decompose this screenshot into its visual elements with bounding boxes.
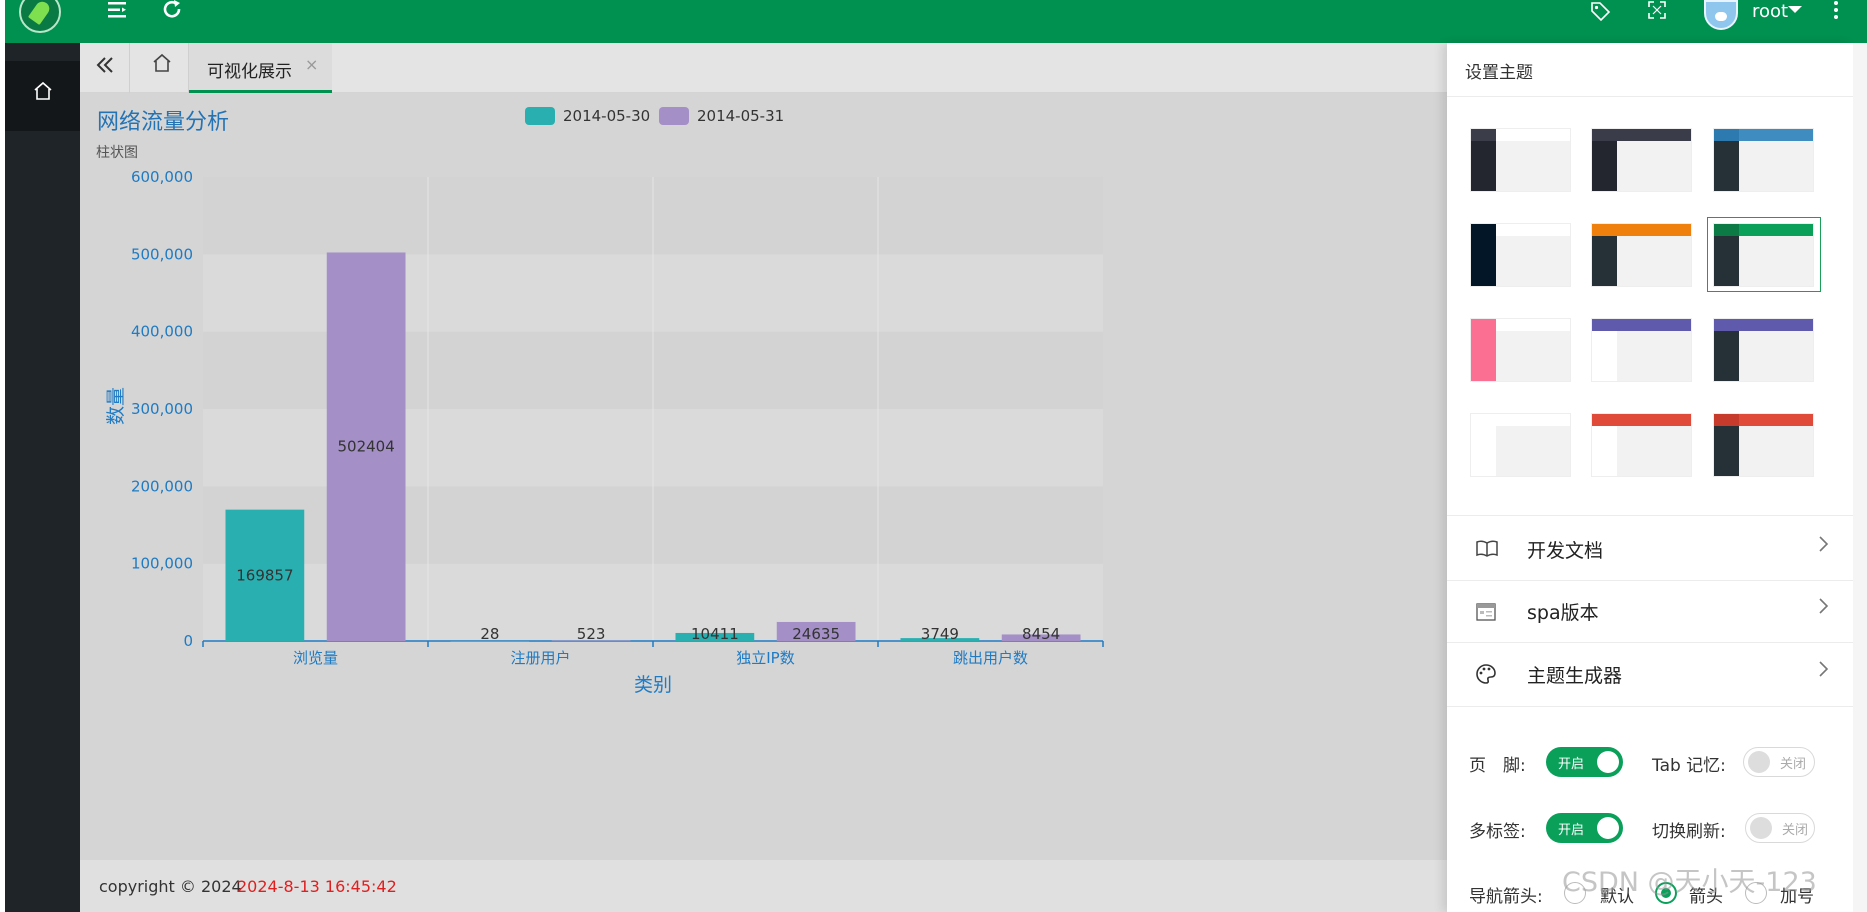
theme-option[interactable] <box>1470 318 1571 382</box>
toggle-knob <box>1750 817 1772 839</box>
more-icon[interactable] <box>1828 0 1844 22</box>
theme-logo-preview <box>1471 224 1496 236</box>
palette-icon <box>1475 663 1497 690</box>
theme-logo-preview <box>1714 414 1739 426</box>
theme-option[interactable] <box>1591 318 1692 382</box>
bar-value-label: 3749 <box>921 625 959 643</box>
bar-chart: 0 100,000 200,000 300,000 400,000 500,000 600,… <box>105 168 1104 696</box>
toggle-knob <box>1597 817 1619 839</box>
book-icon <box>1475 538 1499 563</box>
theme-option[interactable] <box>1713 318 1814 382</box>
panel-title: 设置主题 <box>1465 63 1533 83</box>
bar-value-label: 169857 <box>236 566 293 584</box>
tab-memory-label: Tab 记忆: <box>1652 756 1726 776</box>
tab-memory-toggle[interactable]: 关闭 <box>1743 747 1815 777</box>
theme-option[interactable] <box>1470 128 1571 192</box>
bar-value-label: 28 <box>480 625 499 643</box>
app-root: root 可视化展示 × 网络流量分析 柱状图 2014-05-30 2014-… <box>0 0 1867 912</box>
chevron-right-icon <box>1817 659 1829 685</box>
multi-tab-toggle[interactable]: 开启 <box>1546 813 1623 843</box>
menu-label: spa版本 <box>1527 602 1599 624</box>
y-tick-label: 0 <box>183 632 193 650</box>
divider <box>1447 706 1853 707</box>
y-tick-label: 500,000 <box>131 245 193 263</box>
theme-logo-preview <box>1471 319 1496 331</box>
toggle-knob <box>1597 751 1619 773</box>
theme-logo-preview <box>1714 129 1739 141</box>
theme-option[interactable] <box>1591 413 1692 477</box>
panel-scrollbar[interactable] <box>1853 43 1867 912</box>
footer-datetime: 2024-8-13 16:45:42 <box>237 877 397 896</box>
x-tick-label: 浏览量 <box>293 649 338 667</box>
menu-spa-version[interactable]: spa版本 <box>1447 580 1853 642</box>
x-axis-title: 类别 <box>634 674 672 696</box>
bar-value-label: 10411 <box>691 625 739 643</box>
theme-option[interactable] <box>1591 128 1692 192</box>
divider <box>1447 96 1853 97</box>
y-tick-label: 300,000 <box>131 400 193 418</box>
theme-logo-preview <box>1471 129 1496 141</box>
menu-label: 主题生成器 <box>1527 665 1623 687</box>
theme-option[interactable] <box>1470 223 1571 287</box>
bar-value-label: 8454 <box>1022 625 1060 643</box>
calendar-icon <box>1475 600 1497 627</box>
theme-logo-preview <box>1592 414 1617 426</box>
theme-option[interactable] <box>1713 128 1814 192</box>
x-tick-label: 跳出用户数 <box>953 649 1028 667</box>
multi-tab-toggle-text: 开启 <box>1558 823 1585 838</box>
switch-refresh-label: 切换刷新: <box>1652 822 1726 842</box>
bar-value-label: 523 <box>577 625 606 643</box>
footer-toggle[interactable]: 开启 <box>1546 747 1623 777</box>
switch-refresh-toggle-text: 关闭 <box>1782 823 1809 838</box>
theme-selected-outline <box>1707 217 1821 292</box>
footer-copyright: copyright © 2024 <box>99 877 242 896</box>
theme-logo-preview <box>1592 319 1617 331</box>
theme-logo-preview <box>1471 414 1496 426</box>
y-axis-title: 数量 <box>105 387 127 425</box>
x-tick-label: 独立IP数 <box>736 649 794 667</box>
nav-arrow-label: 导航箭头: <box>1469 887 1543 907</box>
menu-label: 开发文档 <box>1527 540 1604 562</box>
x-tick-label: 注册用户 <box>510 649 570 667</box>
watermark-text: CSDN @天小天-123 <box>1562 867 1817 898</box>
y-tick-label: 200,000 <box>131 477 193 495</box>
theme-option[interactable] <box>1591 223 1692 287</box>
fullscreen-icon[interactable] <box>1645 0 1669 22</box>
menu-theme-generator[interactable]: 主题生成器 <box>1447 643 1853 705</box>
user-name[interactable]: root <box>1752 1 1788 23</box>
theme-logo-preview <box>1592 224 1617 236</box>
bar-value-label: 24635 <box>792 625 840 643</box>
theme-logo-preview <box>1714 319 1739 331</box>
divider <box>1447 515 1853 516</box>
toggle-knob <box>1748 751 1770 773</box>
menu-dev-docs[interactable]: 开发文档 <box>1447 518 1853 580</box>
footer-setting-label: 页 脚: <box>1469 756 1526 776</box>
switch-refresh-toggle[interactable]: 关闭 <box>1745 813 1815 843</box>
chevron-right-icon <box>1817 534 1829 560</box>
chevron-down-icon[interactable] <box>1788 6 1802 13</box>
theme-logo-preview <box>1592 129 1617 141</box>
multi-tab-label: 多标签: <box>1469 822 1526 842</box>
y-tick-label: 400,000 <box>131 323 193 341</box>
tag-icon[interactable] <box>1588 0 1612 22</box>
theme-option[interactable] <box>1470 413 1571 477</box>
theme-option[interactable] <box>1713 413 1814 477</box>
bar-value-label: 502404 <box>337 438 394 456</box>
chevron-right-icon <box>1817 596 1829 622</box>
footer-toggle-text: 开启 <box>1558 757 1585 772</box>
y-tick-label: 100,000 <box>131 555 193 573</box>
y-tick-label: 600,000 <box>131 168 193 186</box>
tab-memory-toggle-text: 关闭 <box>1780 757 1807 772</box>
